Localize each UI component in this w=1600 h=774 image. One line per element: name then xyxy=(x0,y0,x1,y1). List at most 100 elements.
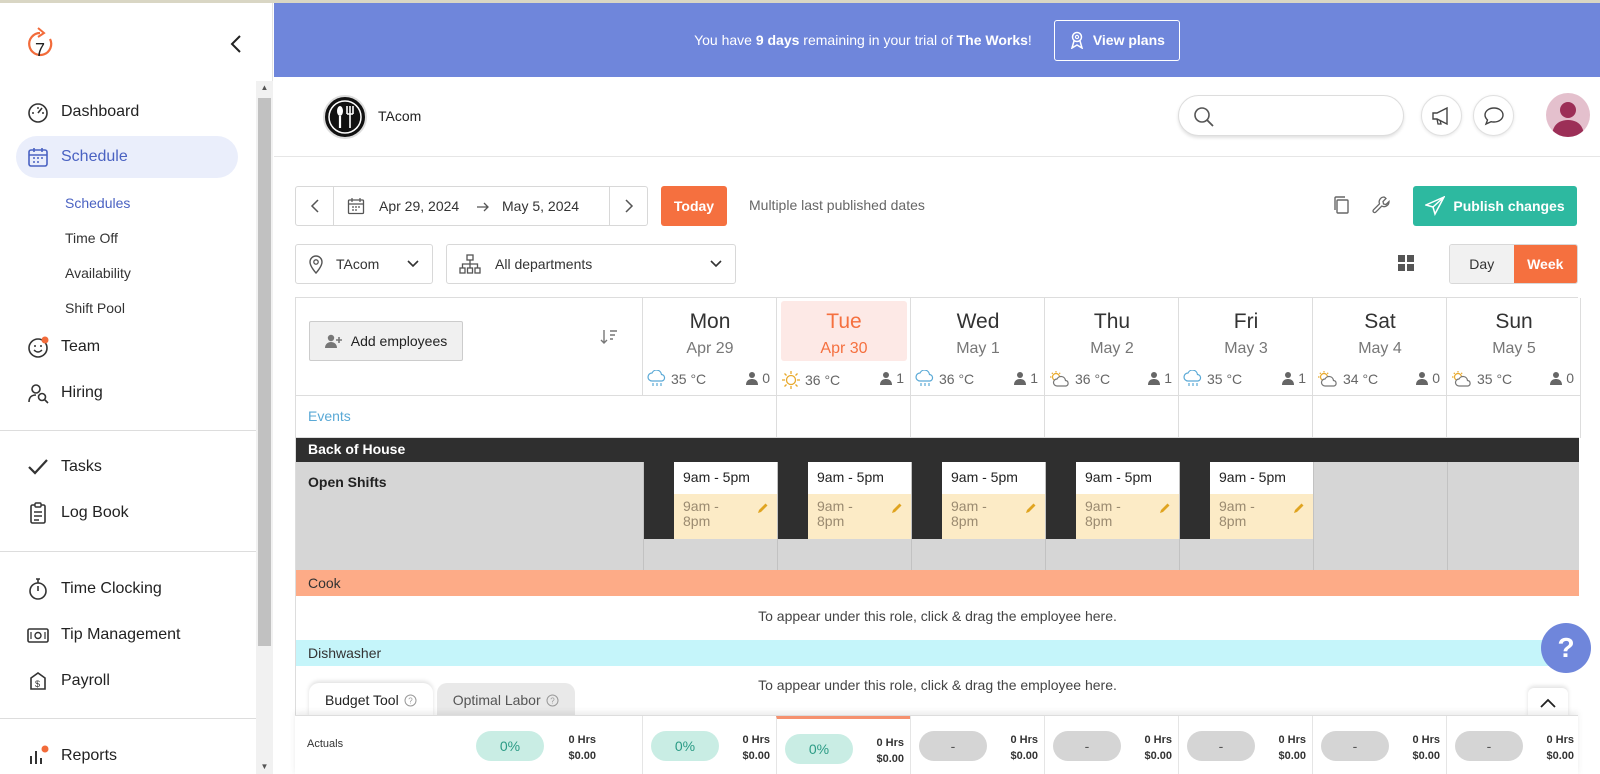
event-cell[interactable] xyxy=(911,396,1045,438)
department-select[interactable]: All departments xyxy=(446,244,736,284)
event-cell[interactable] xyxy=(777,396,911,438)
sidebar-subitem-availability[interactable]: Availability xyxy=(65,265,131,281)
view-plans-label: View plans xyxy=(1092,32,1165,48)
scheduled-count: 1 xyxy=(880,370,904,386)
scroll-up-arrow[interactable]: ▲ xyxy=(256,81,273,95)
open-shift-cell[interactable]: 9am - 5pm 9am -8pm xyxy=(643,462,778,570)
role-drop-hint[interactable]: To appear under this role, click & drag … xyxy=(296,608,1579,624)
weather-forecast: 36 °C xyxy=(915,370,974,388)
partly-cloudy-icon xyxy=(1318,371,1337,387)
week-view-button[interactable]: Week xyxy=(1513,245,1577,283)
events-label[interactable]: Events xyxy=(308,408,351,424)
open-shift-cell[interactable]: 9am - 5pm 9am -8pm xyxy=(911,462,1046,570)
collapse-budget-button[interactable] xyxy=(1528,688,1568,718)
collapse-sidebar-icon[interactable] xyxy=(226,33,248,55)
day-label-box: Tue Apr 30 xyxy=(781,301,907,361)
location-select[interactable]: TAcom xyxy=(295,244,433,284)
open-shifts-row: Open Shifts 9am - 5pm 9am -8pm 9am - 5pm 9a… xyxy=(296,462,1579,570)
count-value: 1 xyxy=(1298,370,1306,386)
open-shift-card[interactable]: 9am - 5pm 9am -8pm xyxy=(1076,462,1180,539)
event-cell[interactable] xyxy=(1179,396,1313,438)
end-date[interactable]: May 5, 2024 xyxy=(502,198,579,214)
today-button[interactable]: Today xyxy=(661,186,727,226)
event-cell[interactable] xyxy=(1447,396,1581,438)
sidebar-item-reports[interactable]: Reports xyxy=(16,735,238,774)
chart-icon xyxy=(30,745,49,764)
tab-budget-tool[interactable]: Budget Tool ? xyxy=(309,683,433,717)
sidebar-subitem-time-off[interactable]: Time Off xyxy=(65,230,118,246)
sidebar-item-time-clocking[interactable]: Time Clocking xyxy=(16,568,238,610)
scrollbar-thumb[interactable] xyxy=(258,98,271,646)
sidebar-subitem-schedules[interactable]: Schedules xyxy=(65,195,130,211)
announcements-button[interactable] xyxy=(1421,95,1462,136)
grid-view-toggle[interactable] xyxy=(1398,255,1414,276)
messages-button[interactable] xyxy=(1473,95,1514,136)
event-cell[interactable] xyxy=(643,396,777,438)
shift-alt-time: 9am -8pm xyxy=(808,494,912,539)
sidebar-subitem-shift-pool[interactable]: Shift Pool xyxy=(65,300,125,316)
day-header-mon[interactable]: Mon Apr 29 35 °C 0 xyxy=(643,298,777,396)
open-shift-card[interactable]: 9am - 5pm 9am -8pm xyxy=(808,462,912,539)
add-employees-button[interactable]: Add employees xyxy=(309,321,463,361)
help-button[interactable]: ? xyxy=(1541,623,1591,673)
open-shift-card[interactable]: 9am - 5pm 9am -8pm xyxy=(1210,462,1314,539)
user-avatar[interactable] xyxy=(1546,93,1590,137)
organization-logo[interactable] xyxy=(323,95,367,139)
event-cell[interactable] xyxy=(1045,396,1179,438)
settings-tools-button[interactable] xyxy=(1369,193,1393,217)
start-date[interactable]: Apr 29, 2024 xyxy=(379,198,459,214)
tab-optimal-labor[interactable]: Optimal Labor ? xyxy=(436,683,575,717)
sidebar-item-log-book[interactable]: Log Book xyxy=(16,492,238,534)
sidebar-item-dashboard[interactable]: Dashboard xyxy=(16,91,238,133)
open-shift-card[interactable]: 9am - 5pm 9am -8pm xyxy=(942,462,1046,539)
calendar-icon[interactable] xyxy=(347,197,365,215)
person-icon xyxy=(1416,372,1429,385)
publish-changes-button[interactable]: Publish changes xyxy=(1413,186,1577,226)
sidebar-item-team[interactable]: Team xyxy=(16,326,238,368)
open-shift-cell[interactable]: 9am - 5pm 9am -8pm xyxy=(777,462,912,570)
chevron-right-icon xyxy=(624,199,633,213)
budget-day-cell: -0 Hrs $0.00 xyxy=(1446,716,1580,774)
sidebar-item-payroll[interactable]: $ Payroll xyxy=(16,660,238,702)
scroll-down-arrow[interactable]: ▼ xyxy=(256,760,273,774)
day-header-thu[interactable]: Thu May 2 36 °C 1 xyxy=(1045,298,1179,396)
labor-percent-badge: - xyxy=(1187,731,1255,761)
sidebar-item-tasks[interactable]: Tasks xyxy=(16,446,238,488)
copy-schedule-button[interactable] xyxy=(1329,193,1353,217)
day-header-fri[interactable]: Fri May 3 35 °C 1 xyxy=(1179,298,1313,396)
open-shift-cell[interactable] xyxy=(1313,462,1447,570)
count-value: 0 xyxy=(1432,370,1440,386)
open-shift-cell[interactable]: 9am - 5pm 9am -8pm xyxy=(1179,462,1314,570)
budget-day-cell: 0% 0 Hrs $0.00 xyxy=(776,716,910,774)
next-week-button[interactable] xyxy=(609,187,647,225)
sort-button[interactable] xyxy=(600,328,618,351)
sidebar-item-label: Schedule xyxy=(61,148,128,165)
open-shift-card[interactable]: 9am - 5pm 9am -8pm xyxy=(674,462,778,539)
day-name: Tue xyxy=(826,310,862,333)
labor-percent-badge: 0% xyxy=(651,731,719,761)
sidebar-item-schedule[interactable]: Schedule xyxy=(16,136,238,178)
previous-week-button[interactable] xyxy=(296,187,334,225)
sun-icon xyxy=(782,371,800,389)
sidebar-item-tip-management[interactable]: Tip Management xyxy=(16,614,238,656)
sidebar-scrollbar[interactable]: ▲ ▼ xyxy=(256,81,273,774)
day-header-wed[interactable]: Wed May 1 36 °C 1 xyxy=(911,298,1045,396)
day-view-button[interactable]: Day xyxy=(1450,245,1514,283)
sidebar-item-hiring[interactable]: Hiring xyxy=(16,372,238,414)
day-header-sun[interactable]: Sun May 5 35 °C 0 xyxy=(1447,298,1581,396)
rain-icon xyxy=(915,370,934,386)
day-header-sat[interactable]: Sat May 4 34 °C 0 xyxy=(1313,298,1447,396)
org-chart-icon xyxy=(459,254,481,274)
weather-forecast: 36 °C xyxy=(781,370,840,390)
search-box[interactable] xyxy=(1178,95,1404,136)
open-shift-cell[interactable] xyxy=(1447,462,1581,570)
wrench-icon xyxy=(1372,196,1390,214)
search-input[interactable] xyxy=(1223,104,1393,128)
open-shift-cell[interactable]: 9am - 5pm 9am -8pm xyxy=(1045,462,1180,570)
svg-text:?: ? xyxy=(550,696,555,705)
event-cell[interactable] xyxy=(1313,396,1447,438)
day-name: Thu xyxy=(1093,310,1131,333)
day-header-tue[interactable]: Tue Apr 30 36 °C 1 xyxy=(777,298,911,396)
app-logo[interactable]: 7 xyxy=(26,27,54,61)
view-plans-button[interactable]: View plans xyxy=(1053,19,1180,61)
